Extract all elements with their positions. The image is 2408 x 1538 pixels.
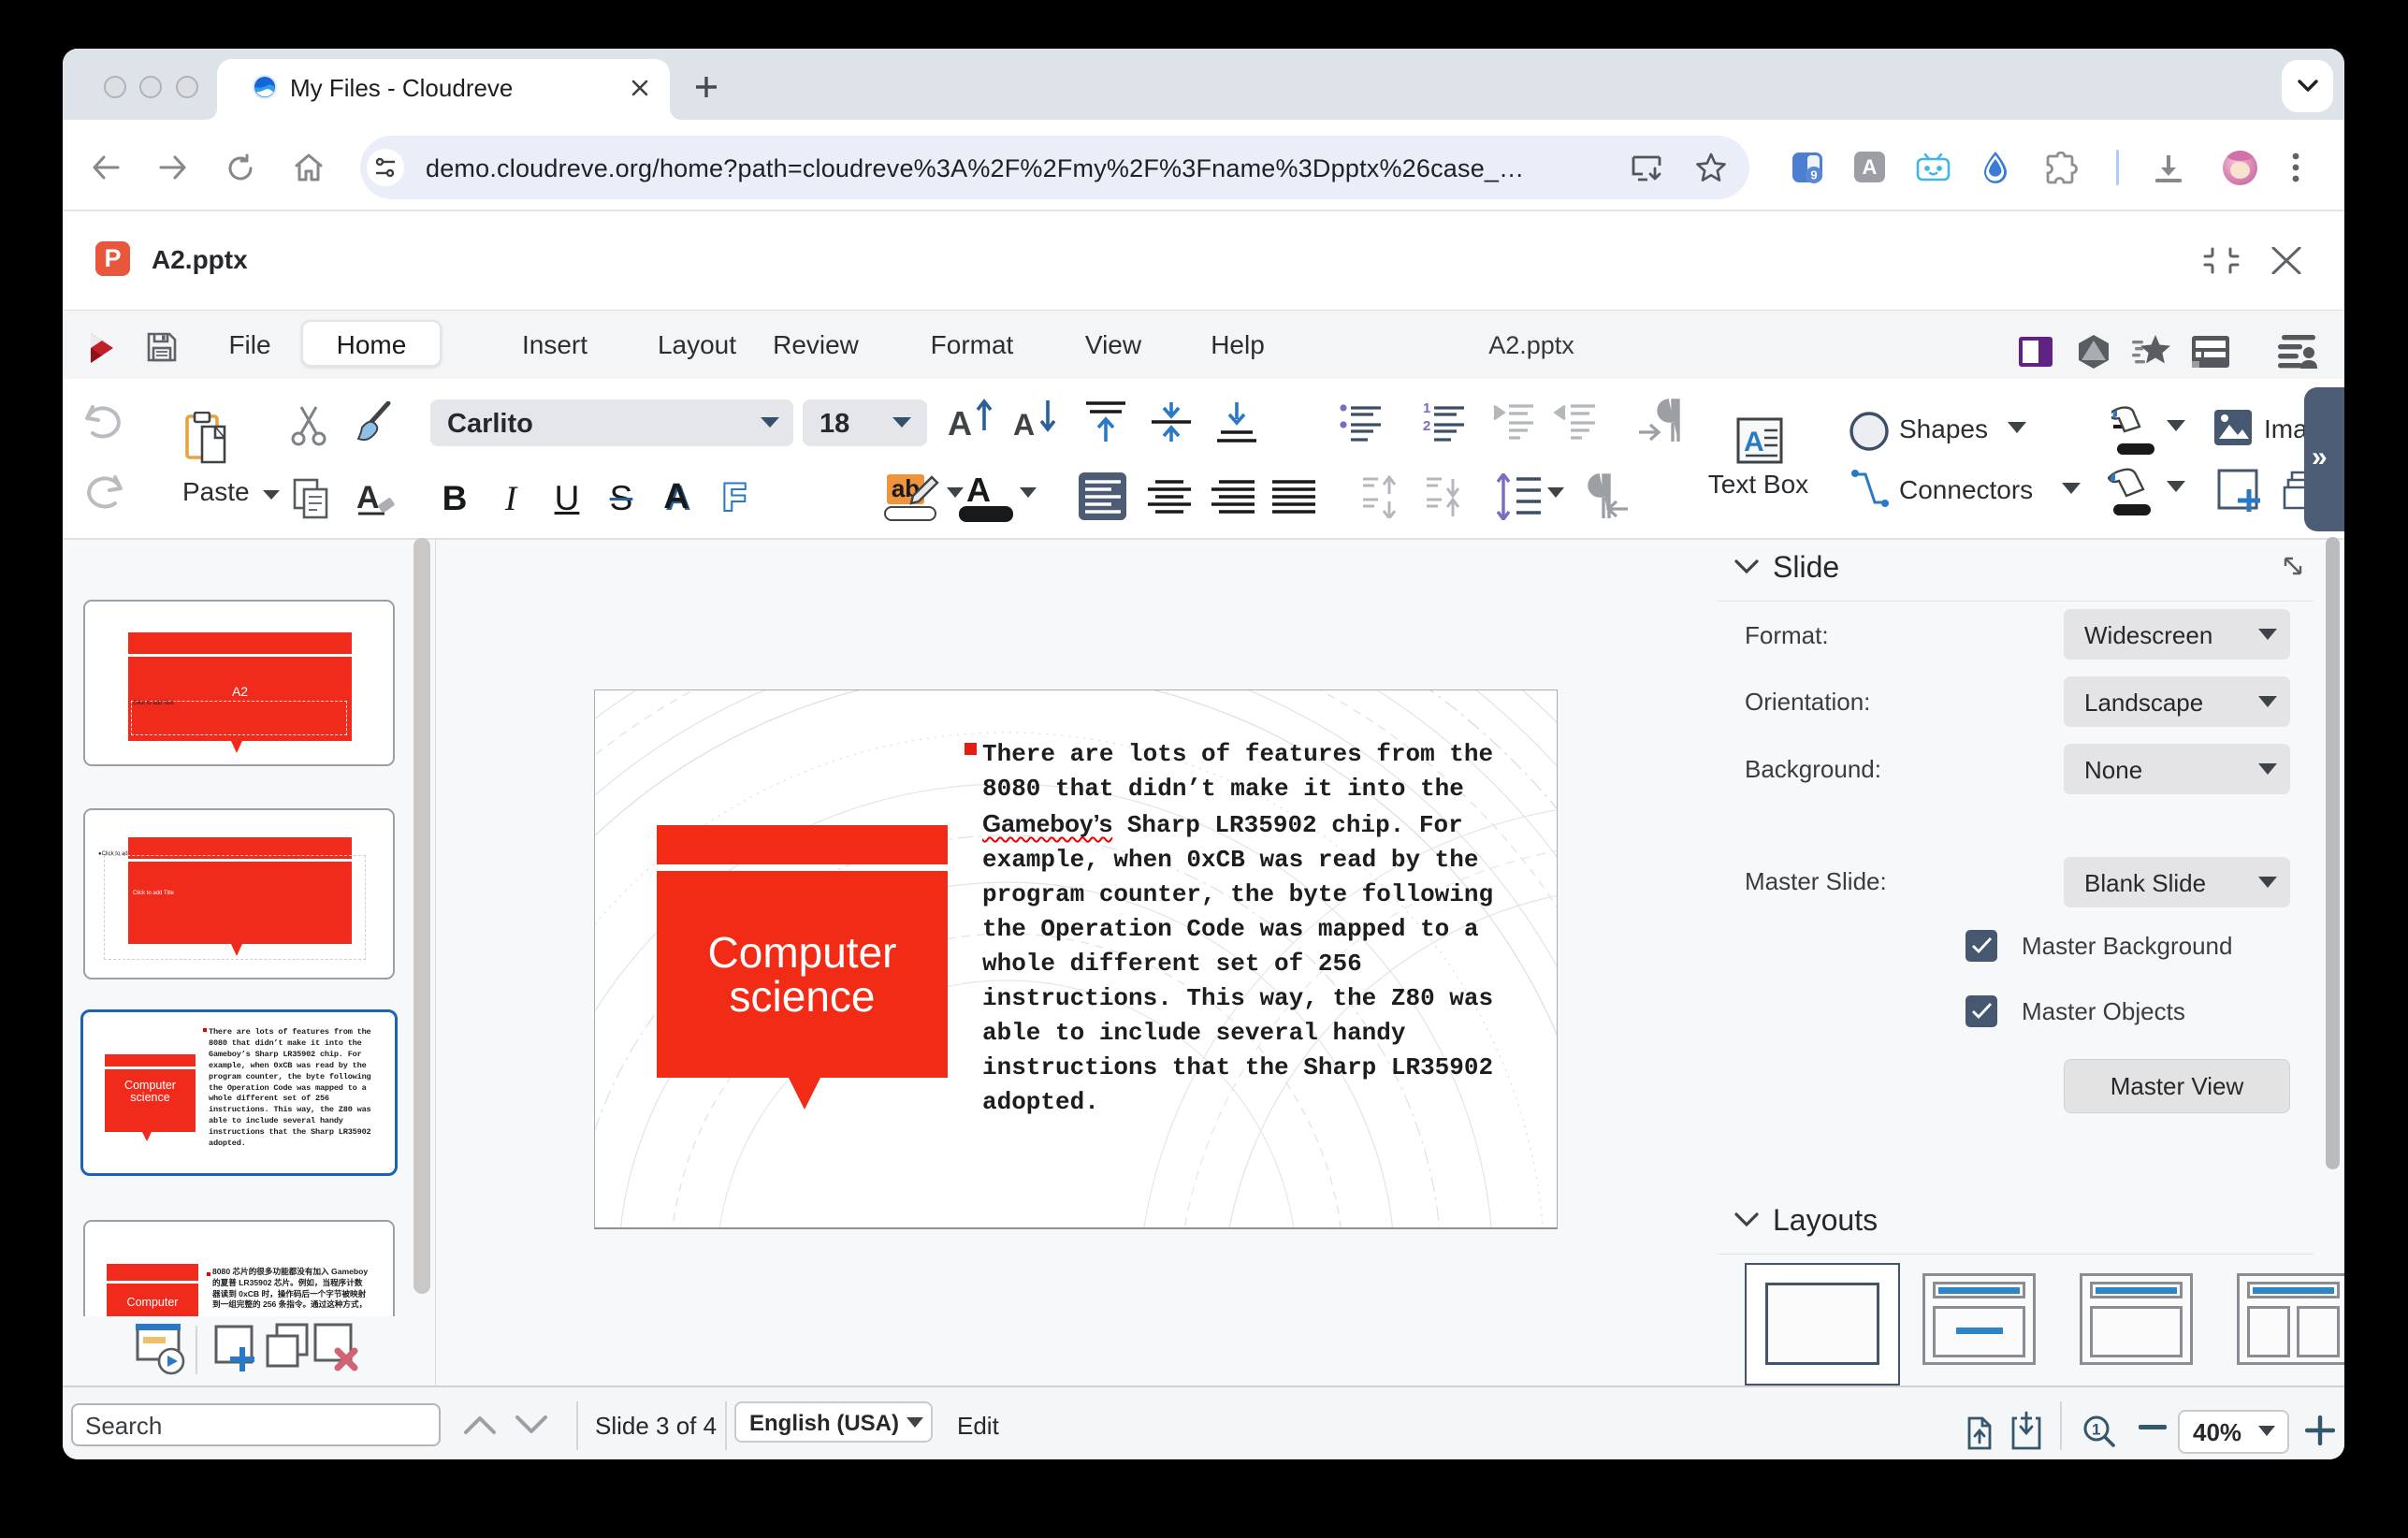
svg-text:A: A: [356, 480, 380, 515]
svg-text:A: A: [1744, 427, 1764, 457]
svg-text:9: 9: [1810, 168, 1817, 182]
svg-text:1: 1: [2092, 1421, 2100, 1439]
svg-text:1: 1: [1423, 402, 1430, 416]
svg-text:2: 2: [1423, 418, 1430, 434]
